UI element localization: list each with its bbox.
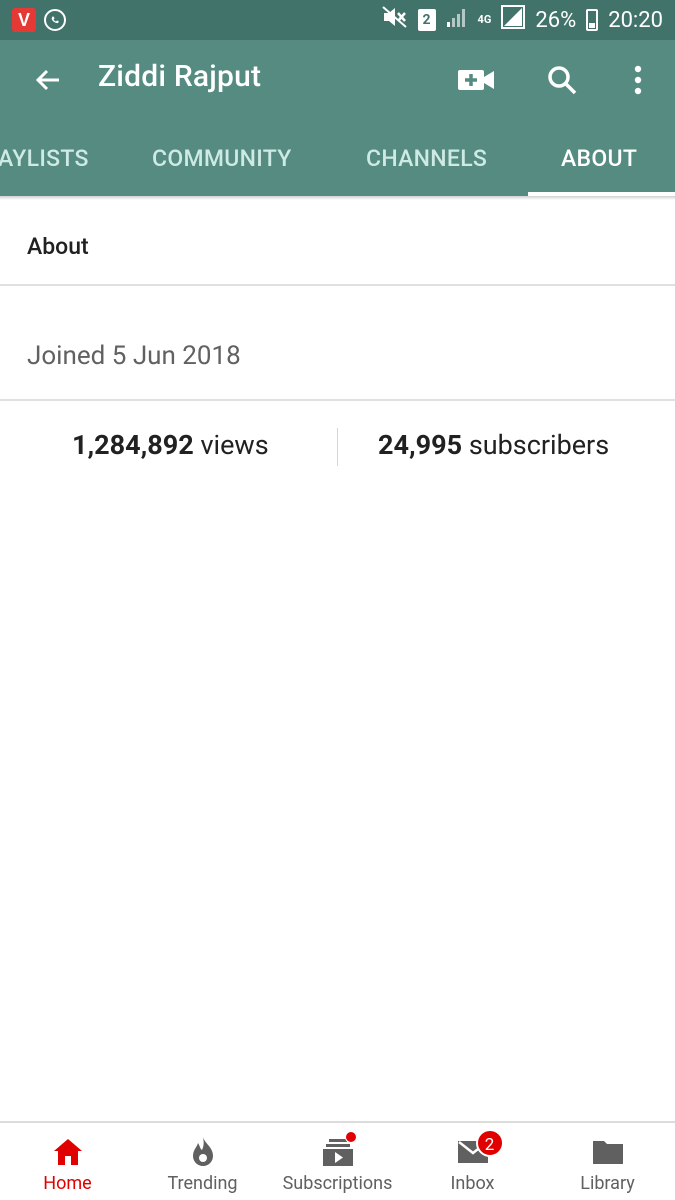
battery-percent: 26% [535, 7, 577, 33]
channel-title: Ziddi Rajput [98, 59, 262, 94]
library-folder-icon [591, 1135, 625, 1169]
trending-icon [186, 1135, 220, 1169]
views-count: 1,284,892 [72, 429, 194, 461]
more-options-button[interactable] [618, 60, 658, 100]
nav-inbox-label: Inbox [450, 1173, 495, 1194]
tab-playlists[interactable]: AYLISTS [0, 120, 89, 196]
nav-trending-label: Trending [167, 1173, 238, 1194]
whatsapp-icon [44, 9, 66, 31]
channel-tabs: AYLISTS COMMUNITY CHANNELS ABOUT [0, 120, 675, 196]
bottom-navigation: Home Trending Subscriptions 2 Inbox Libr… [0, 1121, 675, 1200]
nav-home-label: Home [43, 1173, 92, 1194]
arrow-left-icon [35, 69, 59, 91]
nav-library[interactable]: Library [540, 1123, 675, 1200]
nav-home[interactable]: Home [0, 1123, 135, 1200]
tab-community[interactable]: COMMUNITY [152, 120, 292, 196]
toolbar: Ziddi Rajput [0, 40, 675, 120]
subscribers-count: 24,995 [378, 429, 463, 461]
vivavideo-app-icon: V [12, 8, 36, 32]
joined-row: Joined 5 Jun 2018 [0, 287, 675, 401]
stats-divider [337, 428, 338, 466]
nav-library-label: Library [580, 1173, 635, 1194]
subscribers-label: subscribers [468, 429, 610, 461]
status-bar: V 2 4G 26% 20:20 [0, 0, 675, 40]
nav-inbox[interactable]: 2 Inbox [405, 1123, 540, 1200]
search-icon [548, 66, 577, 95]
tab-channels[interactable]: CHANNELS [366, 120, 487, 196]
mute-icon [381, 5, 408, 35]
upload-video-button[interactable] [456, 60, 496, 100]
nav-subscriptions-label: Subscriptions [282, 1173, 393, 1194]
inbox-badge: 2 [475, 1129, 504, 1157]
about-heading: About [27, 233, 89, 260]
video-add-icon [458, 70, 494, 90]
tab-about[interactable]: ABOUT [561, 120, 637, 196]
search-button[interactable] [542, 60, 582, 100]
channel-stats: 1,284,892 views 24,995 subscribers [0, 403, 675, 487]
inbox-icon: 2 [456, 1129, 504, 1169]
notification-icons: V [12, 8, 66, 32]
about-section-header: About [0, 200, 675, 286]
signal-weak-icon [446, 6, 468, 34]
app-bar: Ziddi Rajput AYLISTS COMMUNITY CHANNELS … [0, 40, 675, 196]
subscribers-stat: 24,995 subscribers [378, 429, 609, 461]
views-label: views [200, 429, 269, 461]
network-type: 4G [477, 13, 492, 26]
views-stat: 1,284,892 views [72, 429, 269, 461]
new-content-dot [344, 1131, 357, 1143]
more-vertical-icon [634, 65, 642, 95]
joined-date: Joined 5 Jun 2018 [27, 341, 241, 371]
sim-slot-icon: 2 [417, 9, 436, 31]
nav-subscriptions[interactable]: Subscriptions [270, 1123, 405, 1200]
back-button[interactable] [28, 60, 68, 100]
nav-trending[interactable]: Trending [135, 1123, 270, 1200]
clock: 20:20 [608, 7, 663, 33]
home-icon [51, 1135, 85, 1169]
subscriptions-icon [321, 1131, 357, 1169]
signal-icon [501, 5, 526, 35]
battery-icon [586, 9, 599, 31]
